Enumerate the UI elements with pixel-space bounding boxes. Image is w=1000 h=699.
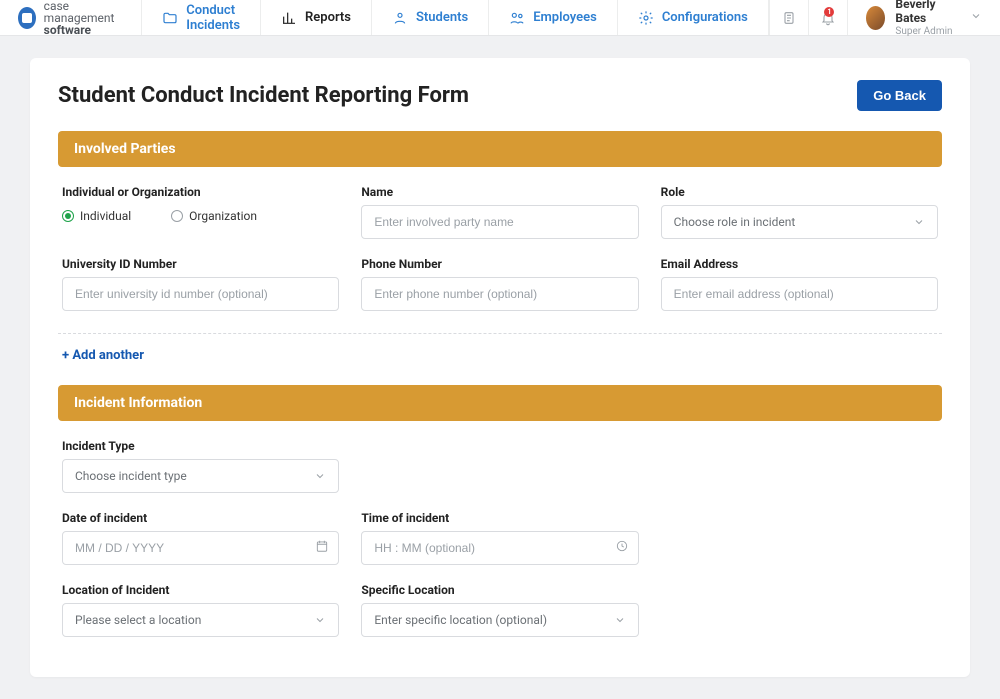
radio-dot-icon [62,210,74,222]
email-input[interactable] [661,277,938,311]
involved-parties-grid: Individual or Organization Individual Or… [58,185,942,311]
label-date: Date of incident [62,511,339,525]
nav-label: Employees [533,10,597,25]
nav-label: Conduct Incidents [186,3,240,33]
date-input[interactable] [62,531,339,565]
go-back-button[interactable]: Go Back [857,80,942,111]
role-select[interactable]: Choose role in incident [661,205,938,239]
clipboard-button[interactable] [769,0,808,35]
clock-icon [615,539,629,557]
incident-info-grid: Incident Type Choose incident type Date … [58,439,942,637]
radio-dot-icon [171,210,183,222]
field-uid: University ID Number [62,257,339,311]
field-location: Location of Incident Please select a loc… [62,583,339,637]
chevron-down-icon [913,216,925,228]
field-specific-location: Specific Location Enter specific locatio… [361,583,638,637]
student-icon [392,10,408,26]
topbar: case management software Conduct Inciden… [0,0,1000,36]
nav-conduct-incidents[interactable]: Conduct Incidents [142,0,261,35]
field-incident-type: Incident Type Choose incident type [62,439,339,493]
nav-students[interactable]: Students [372,0,489,35]
radio-organization-label: Organization [189,209,257,223]
nav-reports[interactable]: Reports [261,0,372,35]
label-incident-type: Incident Type [62,439,339,453]
gear-icon [638,10,654,26]
field-individual-or-org: Individual or Organization Individual Or… [62,185,339,239]
nav-employees[interactable]: Employees [489,0,618,35]
time-input[interactable] [361,531,638,565]
label-name: Name [361,185,638,199]
chevron-down-icon [614,614,626,626]
uid-input[interactable] [62,277,339,311]
specific-location-placeholder: Enter specific location (optional) [374,613,547,627]
field-email: Email Address [661,257,938,311]
chevron-down-icon [314,470,326,482]
label-phone: Phone Number [361,257,638,271]
divider [58,333,942,334]
brand-logo[interactable]: case management software [0,0,142,35]
label-location: Location of Incident [62,583,339,597]
label-role: Role [661,185,938,199]
nav-label: Reports [305,10,351,25]
nav-configurations[interactable]: Configurations [618,0,769,35]
radio-individual[interactable]: Individual [62,209,131,223]
page-title: Student Conduct Incident Reporting Form [58,83,469,108]
chevron-down-icon [314,614,326,626]
calendar-icon [315,539,329,557]
employee-icon [509,10,525,26]
brand-text: case management software [44,0,124,36]
section-incident-info-header: Incident Information [58,385,942,421]
folder-icon [162,10,178,26]
user-menu[interactable]: Beverly Bates Super Admin [847,0,1000,35]
location-placeholder: Please select a location [75,613,201,627]
main-nav: Conduct Incidents Reports Students Emplo… [142,0,769,35]
notifications-button[interactable]: 1 [808,0,847,35]
specific-location-select[interactable]: Enter specific location (optional) [361,603,638,637]
incident-type-select[interactable]: Choose incident type [62,459,339,493]
label-email: Email Address [661,257,938,271]
brand-line2: software [44,24,124,36]
section-involved-parties-header: Involved Parties [58,131,942,167]
field-time: Time of incident [361,511,638,565]
field-role: Role Choose role in incident [661,185,938,239]
radio-organization[interactable]: Organization [171,209,257,223]
chevron-down-icon [970,10,982,26]
label-uid: University ID Number [62,257,339,271]
chart-icon [281,10,297,26]
label-individual-or-org: Individual or Organization [62,185,339,199]
nav-label: Configurations [662,10,748,25]
role-select-placeholder: Choose role in incident [674,215,796,229]
add-another-link[interactable]: + Add another [58,348,942,363]
radio-individual-label: Individual [80,209,131,223]
field-date: Date of incident [62,511,339,565]
page-header: Student Conduct Incident Reporting Form … [58,80,942,111]
radio-group-type: Individual Organization [62,205,339,223]
brand-icon [18,7,36,29]
user-name: Beverly Bates [895,0,954,26]
field-phone: Phone Number [361,257,638,311]
avatar [866,6,885,30]
location-select[interactable]: Please select a location [62,603,339,637]
phone-input[interactable] [361,277,638,311]
field-name: Name [361,185,638,239]
user-role: Super Admin [895,26,954,38]
name-input[interactable] [361,205,638,239]
label-specific-location: Specific Location [361,583,638,597]
topbar-right: 1 Beverly Bates Super Admin [769,0,1000,35]
page-card: Student Conduct Incident Reporting Form … [30,58,970,677]
brand-line1: case management [44,0,124,24]
incident-type-placeholder: Choose incident type [75,469,187,483]
nav-label: Students [416,10,468,25]
label-time: Time of incident [361,511,638,525]
